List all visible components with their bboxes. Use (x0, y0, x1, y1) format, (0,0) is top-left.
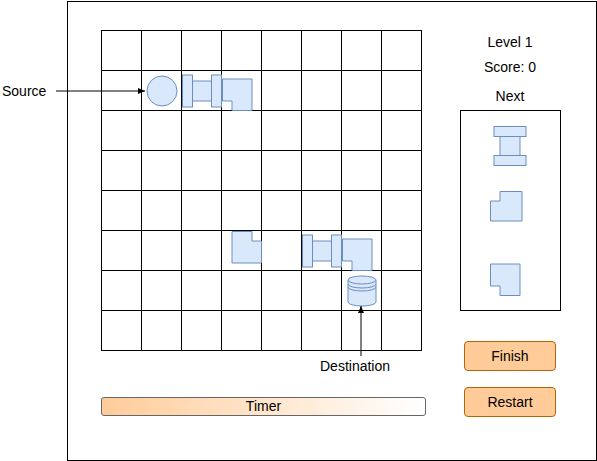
next-elbow-pipe-icon[interactable] (490, 256, 530, 296)
board-cell[interactable] (382, 311, 422, 351)
straight-pipe-icon[interactable] (302, 231, 342, 271)
board-cell[interactable] (262, 191, 302, 231)
next-straight-pipe-icon[interactable] (490, 126, 530, 166)
board-cell[interactable] (222, 31, 262, 71)
board-cell[interactable] (222, 271, 262, 311)
board-cell[interactable] (342, 191, 382, 231)
board-cell[interactable] (262, 71, 302, 111)
board-cell[interactable] (142, 311, 182, 351)
play-area: Timer (68, 2, 426, 460)
board-cell[interactable] (302, 271, 342, 311)
board-cell[interactable] (262, 31, 302, 71)
board-cell[interactable] (142, 271, 182, 311)
board-cell[interactable] (182, 31, 222, 71)
annotation-arrows-icon (0, 0, 597, 461)
next-box (460, 110, 561, 311)
board-cell[interactable] (102, 31, 142, 71)
restart-button[interactable]: Restart (464, 387, 556, 417)
board-cell[interactable] (342, 111, 382, 151)
board-cell[interactable] (382, 71, 422, 111)
board-piece (222, 71, 262, 111)
board-cell[interactable] (302, 191, 342, 231)
finish-button[interactable]: Finish (464, 341, 556, 371)
game-board (101, 30, 422, 351)
board-cell[interactable] (302, 111, 342, 151)
board-cell[interactable] (222, 151, 262, 191)
board-piece (342, 231, 382, 271)
button-group: Finish Restart (464, 341, 556, 417)
board-cell[interactable] (102, 271, 142, 311)
elbow-pipe-icon[interactable] (222, 71, 262, 111)
next-label: Next (496, 86, 525, 110)
board-cell[interactable] (102, 71, 142, 111)
board-cell[interactable] (182, 271, 222, 311)
board-cell[interactable] (382, 151, 422, 191)
board-cell[interactable] (102, 191, 142, 231)
board-cell[interactable] (182, 191, 222, 231)
timer-label: Timer (246, 398, 281, 415)
source-annotation: Source (2, 82, 46, 100)
board-cell[interactable] (102, 311, 142, 351)
level-label: Level 1 (487, 32, 532, 57)
board-piece (302, 231, 342, 271)
score-label: Score: 0 (484, 57, 536, 86)
board-cell[interactable] (382, 231, 422, 271)
board-piece (222, 231, 262, 271)
board-cell[interactable] (222, 311, 262, 351)
destination-pipe-icon[interactable] (342, 271, 382, 311)
board-cell[interactable] (222, 191, 262, 231)
game-screen: Timer Level 1Score: 0Next Finish Restart Sou… (0, 0, 597, 461)
board-cell[interactable] (262, 271, 302, 311)
board-cell[interactable] (142, 151, 182, 191)
board-cell[interactable] (382, 191, 422, 231)
board-cell[interactable] (342, 71, 382, 111)
board-cell[interactable] (302, 71, 342, 111)
board-cell[interactable] (262, 311, 302, 351)
board-cell[interactable] (302, 31, 342, 71)
board-cell[interactable] (102, 231, 142, 271)
board-cell[interactable] (382, 31, 422, 71)
board-cell[interactable] (382, 111, 422, 151)
board-cell[interactable] (102, 151, 142, 191)
board-cell[interactable] (102, 111, 142, 151)
board-cell[interactable] (382, 271, 422, 311)
board-cell[interactable] (302, 311, 342, 351)
board-cell[interactable] (302, 151, 342, 191)
board-cell[interactable] (142, 31, 182, 71)
board-cell[interactable] (342, 311, 382, 351)
side-panel: Level 1Score: 0Next Finish Restart (460, 2, 560, 460)
board-cell[interactable] (342, 151, 382, 191)
board-cell[interactable] (262, 231, 302, 271)
board-cell[interactable] (222, 111, 262, 151)
board-cell[interactable] (182, 311, 222, 351)
straight-pipe-icon[interactable] (182, 71, 222, 111)
destination-annotation: Destination (320, 357, 390, 375)
game-frame: Timer Level 1Score: 0Next Finish Restart (67, 1, 597, 461)
board-piece (342, 271, 382, 311)
board-cell[interactable] (182, 111, 222, 151)
next-elbow-pipe-icon[interactable] (490, 191, 530, 231)
board-cell[interactable] (182, 151, 222, 191)
elbow-pipe-icon[interactable] (342, 231, 382, 271)
board-cell[interactable] (142, 231, 182, 271)
elbow-pipe-icon[interactable] (222, 231, 262, 271)
board-cell[interactable] (262, 151, 302, 191)
board-cell[interactable] (142, 191, 182, 231)
board-piece (182, 71, 222, 111)
board-cell[interactable] (182, 231, 222, 271)
board-cell[interactable] (342, 31, 382, 71)
board-piece (142, 71, 182, 111)
board-cell[interactable] (142, 111, 182, 151)
timer-bar: Timer (101, 397, 426, 416)
board-cell[interactable] (262, 111, 302, 151)
source-pipe-icon[interactable] (142, 71, 182, 111)
